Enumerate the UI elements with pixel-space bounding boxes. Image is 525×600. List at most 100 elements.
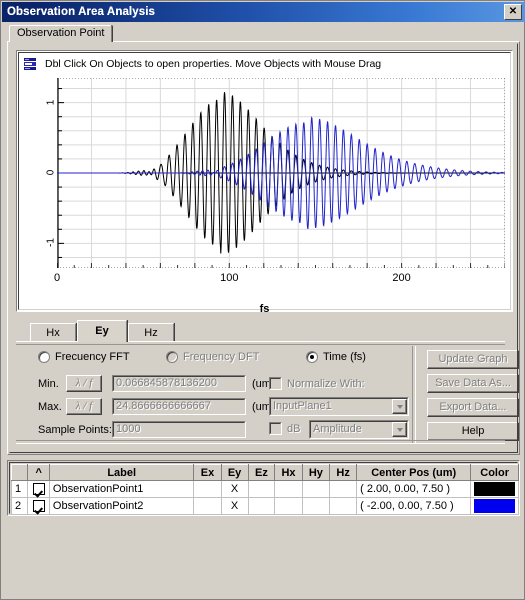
col-header-4[interactable]: Ey bbox=[220, 464, 249, 481]
min-lambda-f-button[interactable]: λ / f bbox=[66, 375, 102, 392]
row-enabled-checkbox[interactable] bbox=[27, 480, 50, 498]
check-icon bbox=[32, 483, 45, 496]
amplitude-value: Amplitude bbox=[313, 423, 362, 435]
row-number: 1 bbox=[10, 480, 29, 498]
row-center-pos[interactable]: ( -2.00, 0.00, 7.50 ) bbox=[356, 497, 472, 515]
col-header-5[interactable]: Ez bbox=[247, 464, 276, 481]
radio-time-dot bbox=[306, 351, 318, 363]
row-ey[interactable]: X bbox=[220, 497, 249, 515]
db-label: dB bbox=[287, 423, 301, 435]
row-hz[interactable] bbox=[329, 497, 358, 515]
row-label[interactable]: ObservationPoint2 bbox=[48, 497, 195, 515]
row-enabled-checkbox[interactable] bbox=[27, 497, 50, 515]
col-header-1[interactable]: ^ bbox=[27, 464, 50, 481]
x-tick-label: 100 bbox=[220, 272, 239, 284]
color-swatch bbox=[474, 499, 515, 513]
max-lambda-f-button[interactable]: λ / f bbox=[66, 398, 102, 415]
panel-vertical-divider bbox=[412, 346, 416, 444]
chevron-down-icon[interactable] bbox=[392, 399, 407, 414]
x-axis-title: fs bbox=[259, 303, 270, 315]
col-header-8[interactable]: Hz bbox=[329, 464, 358, 481]
radio-frequency-dft: Frequency DFT bbox=[166, 351, 259, 363]
row-hz[interactable] bbox=[329, 480, 358, 498]
table-header-row: ^ Label Ex Ey Ez Hx Hy Hz Center Pos (um) Color bbox=[10, 464, 519, 481]
y-tick-label: -1 bbox=[45, 238, 57, 248]
col-header-3[interactable]: Ex bbox=[193, 464, 222, 481]
radio-fft-dot bbox=[38, 351, 50, 363]
plot-area[interactable]: -1 0 1 0 100 200 bbox=[46, 78, 505, 284]
tab-observation-point[interactable]: Observation Point bbox=[9, 25, 113, 42]
row-ex[interactable] bbox=[193, 497, 222, 515]
db-checkbox[interactable] bbox=[269, 422, 282, 435]
chart-properties-icon bbox=[23, 57, 37, 71]
col-header-7[interactable]: Hy bbox=[301, 464, 331, 481]
tab-hz[interactable]: Hz bbox=[128, 323, 174, 342]
row-hx[interactable] bbox=[274, 480, 303, 498]
col-header-0[interactable] bbox=[10, 464, 29, 481]
table-row[interactable]: 2 ObservationPoint2 X ( -2.00, 0.00, 7.50… bbox=[10, 497, 519, 515]
y-tick-label: 0 bbox=[45, 169, 57, 176]
row-number: 2 bbox=[10, 497, 29, 515]
radio-time-fs[interactable]: Time (fs) bbox=[306, 351, 366, 363]
help-button[interactable]: Help bbox=[427, 422, 519, 441]
normalize-source-select[interactable]: InputPlane1 bbox=[269, 397, 409, 416]
waveform-plot bbox=[57, 78, 505, 268]
color-swatch bbox=[474, 482, 515, 496]
tab-ey[interactable]: Ey bbox=[77, 320, 127, 342]
sample-points-label: Sample Points: bbox=[38, 424, 112, 436]
title-bar: Observation Area Analysis ✕ bbox=[2, 2, 525, 22]
row-hx[interactable] bbox=[274, 497, 303, 515]
observation-points-table-container: ^ Label Ex Ey Ez Hx Hy Hz Center Pos (um) Color 1 O… bbox=[7, 460, 520, 516]
row-hy[interactable] bbox=[301, 497, 331, 515]
x-tick-label: 200 bbox=[392, 272, 411, 284]
graph-hint-text: Dbl Click On Objects to open properties.… bbox=[45, 58, 382, 70]
save-data-as-button[interactable]: Save Data As... bbox=[427, 374, 519, 393]
row-center-pos[interactable]: ( 2.00, 0.00, 7.50 ) bbox=[356, 480, 472, 498]
export-data-button[interactable]: Export Data... bbox=[427, 398, 519, 417]
row-ey[interactable]: X bbox=[220, 480, 249, 498]
row-color[interactable] bbox=[470, 480, 519, 498]
tab-strip: Observation Point bbox=[9, 25, 113, 42]
max-value-field[interactable]: 24.8666666666667 bbox=[112, 398, 246, 415]
row-ez[interactable] bbox=[247, 480, 276, 498]
normalize-label: Normalize With: bbox=[287, 378, 365, 390]
col-header-10[interactable]: Color bbox=[470, 464, 519, 481]
x-tick-label: 0 bbox=[53, 272, 61, 284]
radio-frequency-fft[interactable]: Frecuency FFT bbox=[38, 351, 130, 363]
row-ez[interactable] bbox=[247, 497, 276, 515]
sample-points-field[interactable]: 1000 bbox=[112, 421, 246, 438]
observation-area-analysis-window: Observation Area Analysis ✕ Observation … bbox=[0, 0, 525, 600]
analysis-options-panel: Frecuency FFT Frequency DFT Time (fs) Mi… bbox=[16, 343, 519, 445]
update-graph-button[interactable]: Update Graph bbox=[427, 350, 519, 369]
radio-time-label: Time (fs) bbox=[323, 351, 366, 363]
max-label: Max. bbox=[38, 401, 62, 413]
row-hy[interactable] bbox=[301, 480, 331, 498]
min-label: Min. bbox=[38, 378, 59, 390]
y-tick-label: 1 bbox=[45, 99, 57, 105]
row-color[interactable] bbox=[470, 497, 519, 515]
panel-horizontal-divider bbox=[16, 440, 505, 444]
close-icon[interactable]: ✕ bbox=[504, 4, 522, 20]
window-buttons: ✕ bbox=[504, 4, 522, 20]
col-header-9[interactable]: Center Pos (um) bbox=[356, 464, 472, 481]
normalize-checkbox[interactable] bbox=[269, 377, 282, 390]
observation-point-panel: Dbl Click On Objects to open properties.… bbox=[7, 41, 520, 455]
window-title: Observation Area Analysis bbox=[7, 6, 156, 18]
check-icon bbox=[32, 500, 45, 513]
row-label[interactable]: ObservationPoint1 bbox=[48, 480, 195, 498]
table-row[interactable]: 1 ObservationPoint1 X ( 2.00, 0.00, 7.50 … bbox=[10, 480, 519, 498]
amplitude-select[interactable]: Amplitude bbox=[309, 420, 409, 439]
radio-dft-dot bbox=[166, 351, 178, 363]
min-value-field[interactable]: 0.066845878136200 bbox=[112, 375, 246, 392]
graph-container[interactable]: Dbl Click On Objects to open properties.… bbox=[16, 50, 513, 315]
radio-dft-label: Frequency DFT bbox=[183, 351, 260, 363]
tab-hx[interactable]: Hx bbox=[30, 323, 76, 342]
col-header-2[interactable]: Label bbox=[48, 464, 195, 481]
chevron-down-icon-2[interactable] bbox=[392, 422, 407, 437]
graph-inner: Dbl Click On Objects to open properties.… bbox=[18, 52, 511, 315]
col-header-6[interactable]: Hx bbox=[274, 464, 303, 481]
row-ex[interactable] bbox=[193, 480, 222, 498]
normalize-source-value: InputPlane1 bbox=[273, 400, 332, 412]
observation-points-table[interactable]: ^ Label Ex Ey Ez Hx Hy Hz Center Pos (um) Color 1 O… bbox=[10, 464, 519, 515]
radio-fft-label: Frecuency FFT bbox=[55, 351, 130, 363]
